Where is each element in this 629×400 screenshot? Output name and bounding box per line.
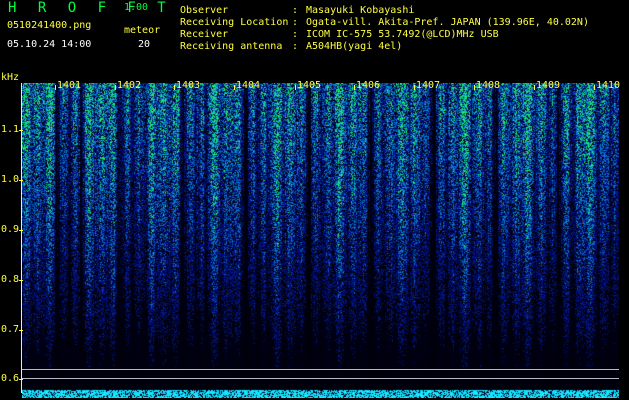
receiver-separator: : (292, 29, 299, 40)
y-tick-mark (19, 180, 23, 181)
y-tick-label: 0.7 (1, 324, 20, 335)
location-separator: : (292, 17, 299, 28)
x-tick-mark (55, 85, 56, 90)
location-label: Receiving Location (180, 17, 289, 28)
x-tick-label: 1408 (476, 80, 501, 91)
y-tick-label: 0.9 (1, 224, 20, 235)
antenna-value: A504HB(yagi 4el) (306, 41, 403, 52)
x-tick-label: 1402 (117, 80, 142, 91)
antenna-label: Receiving antenna (180, 41, 283, 52)
x-tick-label: 1405 (297, 80, 322, 91)
meteor-count: 20 (138, 39, 151, 50)
hroft-window: H R O F F T 1.00 0510241400.png meteor 0… (0, 0, 629, 400)
receiver-label: Receiver (180, 29, 229, 40)
spectrogram-plot (22, 83, 619, 398)
x-tick-label: 1401 (57, 80, 82, 91)
y-tick-label: 1.1 (1, 124, 20, 135)
y-tick-mark (19, 230, 23, 231)
observer-label: Observer (180, 5, 229, 16)
x-tick-mark (174, 85, 175, 90)
y-tick-label: 0.8 (1, 274, 20, 285)
app-version: 1.00 (124, 2, 149, 13)
mode-label: meteor (124, 25, 161, 36)
antenna-separator: : (292, 41, 299, 52)
x-tick-mark (234, 85, 235, 90)
observer-separator: : (292, 5, 299, 16)
x-tick-mark (295, 85, 296, 90)
x-tick-label: 1404 (236, 80, 261, 91)
x-tick-label: 1409 (536, 80, 561, 91)
y-tick-label: 0.6 (1, 373, 20, 384)
x-tick-mark (594, 85, 595, 90)
y-tick-mark (19, 280, 23, 281)
file-name: 0510241400.png (7, 20, 92, 31)
date-time: 05.10.24 14:00 (7, 39, 92, 50)
x-tick-mark (534, 85, 535, 90)
x-tick-mark (474, 85, 475, 90)
x-tick-mark (354, 85, 355, 90)
reference-line-upper (22, 369, 619, 370)
x-tick-label: 1406 (356, 80, 381, 91)
x-tick-label: 1410 (596, 80, 621, 91)
y-tick-mark (19, 130, 23, 131)
receiver-value: ICOM IC-575 53.7492(@LCD)MHz USB (306, 29, 499, 40)
x-tick-label: 1407 (416, 80, 441, 91)
y-tick-label: 1.0 (1, 174, 20, 185)
x-tick-label: 1403 (176, 80, 201, 91)
reference-line-lower (22, 378, 619, 379)
y-tick-mark (19, 379, 23, 380)
y-tick-mark (19, 330, 23, 331)
location-value: Ogata-vill. Akita-Pref. JAPAN (139.96E, … (306, 17, 589, 28)
observer-value: Masayuki Kobayashi (306, 5, 415, 16)
x-tick-mark (115, 85, 116, 90)
x-tick-mark (414, 85, 415, 90)
frequency-unit-label: kHz (1, 72, 20, 83)
